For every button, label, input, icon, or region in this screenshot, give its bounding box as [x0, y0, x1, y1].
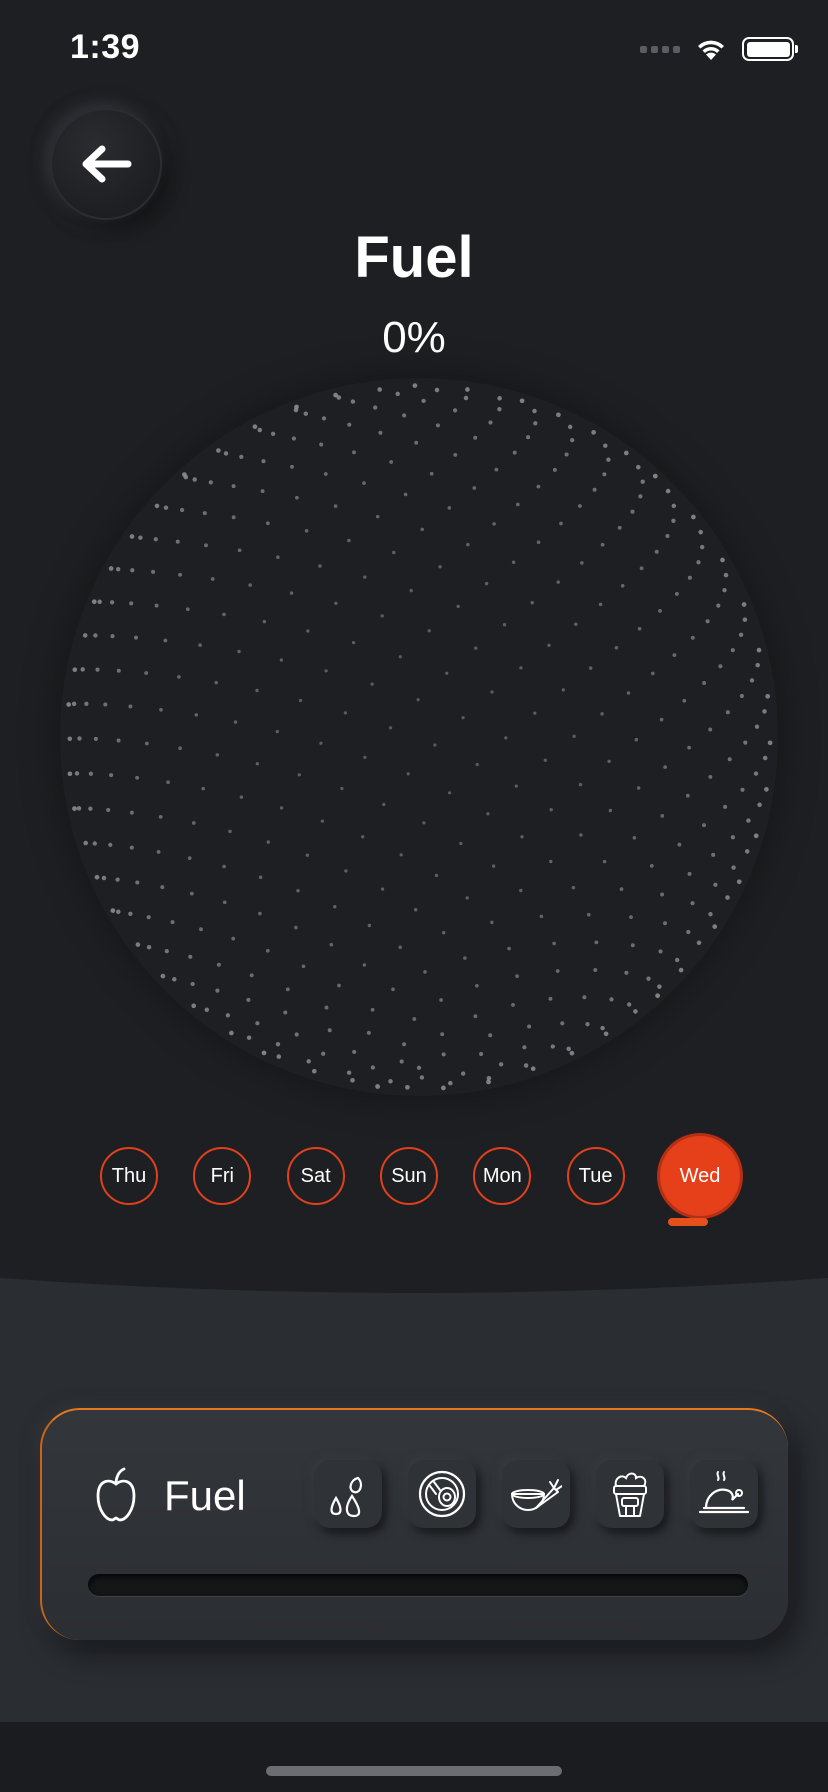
fuel-percent: 0% [382, 313, 446, 362]
bowl-carrot-button[interactable] [502, 1460, 570, 1528]
day-sun-button[interactable]: Sun [379, 1147, 438, 1205]
home-indicator [266, 1766, 562, 1776]
battery-icon [742, 37, 798, 61]
day-sat-button[interactable]: Sat [286, 1147, 345, 1205]
dotted-sphere-graphic [66, 383, 773, 1091]
fuel-sphere [60, 378, 778, 1096]
drops-button[interactable] [314, 1460, 382, 1528]
status-time: 1:39 [70, 28, 141, 66]
fuel-card[interactable]: Fuel [40, 1408, 788, 1640]
wifi-icon [698, 40, 724, 60]
back-button[interactable] [50, 108, 162, 220]
food-buttons [314, 1460, 758, 1528]
day-wed-button[interactable]: Wed [659, 1136, 740, 1216]
popcorn-icon [613, 1472, 647, 1517]
drops-icon [330, 1476, 363, 1518]
popcorn-button[interactable] [596, 1460, 664, 1528]
bottom-panel: Fuel [0, 1278, 828, 1722]
cellular-signal-icon [640, 45, 680, 53]
fuel-progress-bar [88, 1574, 748, 1596]
apple-icon [96, 1467, 136, 1522]
active-day-indicator [668, 1218, 708, 1226]
day-selector: Thu Fri Sat Sun Mon Tue Wed [100, 1136, 740, 1216]
status-icons [640, 36, 798, 62]
day-fri-button[interactable]: Fri [193, 1147, 252, 1205]
panel-curve [0, 1278, 828, 1293]
roast-chicken-button[interactable] [690, 1460, 758, 1528]
roast-chicken-icon [698, 1471, 750, 1514]
egg-plate-button[interactable] [408, 1460, 476, 1528]
day-mon-button[interactable]: Mon [473, 1147, 532, 1205]
bottom-strip [0, 1722, 828, 1792]
bowl-carrot-icon [510, 1479, 562, 1512]
egg-plate-icon [418, 1470, 466, 1518]
page-title: Fuel [354, 225, 474, 290]
day-tue-button[interactable]: Tue [566, 1147, 625, 1205]
card-label: Fuel [164, 1472, 246, 1519]
arrow-left-icon [82, 145, 132, 183]
day-thu-button[interactable]: Thu [100, 1147, 158, 1205]
screen: 1:39 Fuel 0% Thu Fri Sat Sun Mon Tue Wed Fuel [0, 0, 828, 1792]
